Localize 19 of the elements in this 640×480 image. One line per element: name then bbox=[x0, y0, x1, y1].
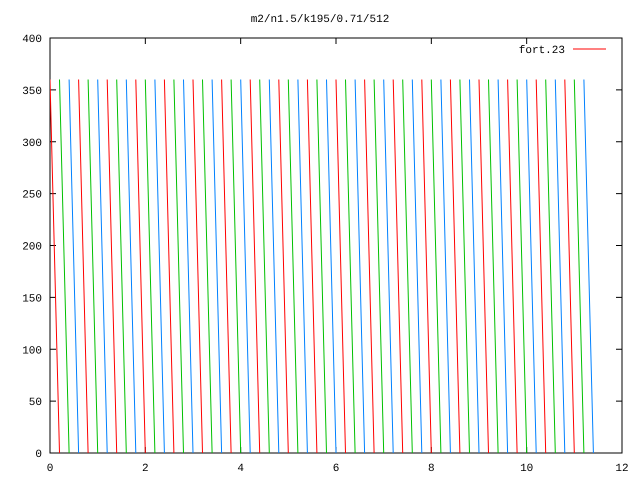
y-tick-label: 0 bbox=[35, 449, 42, 461]
y-tick-label: 50 bbox=[28, 397, 42, 410]
x-tick-label: 4 bbox=[237, 463, 244, 475]
y-tick-label: 150 bbox=[22, 293, 42, 306]
y-tick-label: 250 bbox=[22, 190, 42, 202]
y-tick-label: 300 bbox=[22, 138, 42, 150]
x-tick-label: 8 bbox=[428, 463, 435, 475]
y-tick-label: 400 bbox=[22, 34, 42, 46]
y-tick-label: 100 bbox=[22, 345, 42, 358]
x-tick-label: 10 bbox=[520, 463, 534, 475]
x-tick-label: 2 bbox=[142, 463, 149, 475]
chart-title: m2/n1.5/k195/0.71/512 bbox=[250, 14, 390, 26]
legend-line bbox=[572, 48, 606, 50]
y-tick-label: 350 bbox=[22, 86, 42, 98]
legend-label: fort.23 bbox=[518, 45, 565, 57]
x-tick-label: 6 bbox=[332, 463, 340, 475]
y-tick-label: 200 bbox=[22, 242, 42, 254]
x-tick-label: 12 bbox=[615, 463, 629, 475]
x-tick-label: 0 bbox=[46, 463, 54, 475]
